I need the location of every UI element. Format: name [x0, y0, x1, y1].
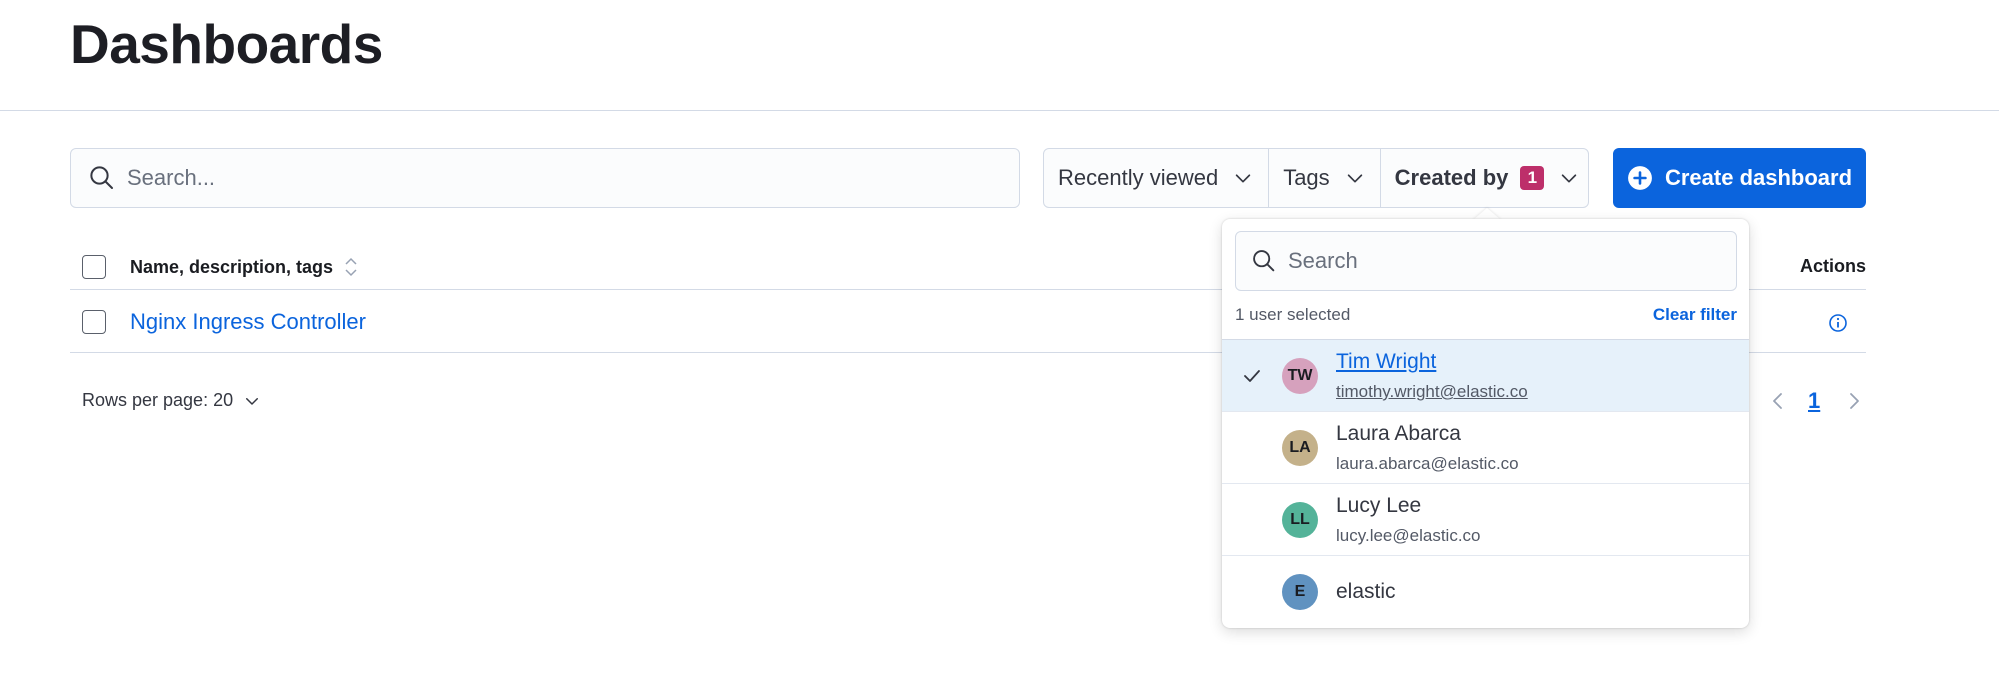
- dashboard-link[interactable]: Nginx Ingress Controller: [130, 309, 366, 335]
- user-option-lucy-lee[interactable]: LL Lucy Lee lucy.lee@elastic.co: [1222, 484, 1749, 556]
- header-divider: [0, 110, 1999, 111]
- info-icon[interactable]: [1828, 313, 1848, 333]
- user-option-laura-abarca[interactable]: LA Laura Abarca laura.abarca@elastic.co: [1222, 412, 1749, 484]
- selection-status: 1 user selected: [1235, 305, 1351, 324]
- row-checkbox[interactable]: [82, 310, 106, 334]
- search-icon: [1253, 250, 1275, 272]
- avatar: TW: [1282, 358, 1318, 394]
- popover-search-input[interactable]: [1288, 248, 1728, 274]
- avatar: LL: [1282, 502, 1318, 538]
- create-dashboard-label: Create dashboard: [1664, 165, 1853, 190]
- sort-icon[interactable]: [343, 256, 359, 278]
- page-title: Dashboards: [70, 13, 383, 75]
- avatar: LA: [1282, 430, 1318, 466]
- created-by-label: Created by: [1394, 165, 1509, 190]
- user-option-tim-wright[interactable]: TW Tim Wright timothy.wright@elastic.co: [1222, 340, 1749, 412]
- chevron-down-icon: [1562, 174, 1577, 183]
- tags-filter-button[interactable]: Tags: [1269, 149, 1381, 207]
- user-email: timothy.wright@elastic.co: [1336, 382, 1528, 401]
- user-email: laura.abarca@elastic.co: [1336, 454, 1519, 473]
- name-column-label: Name, description, tags: [130, 256, 334, 277]
- user-name: Tim Wright: [1336, 350, 1437, 373]
- user-option-elastic[interactable]: E elastic: [1222, 556, 1749, 628]
- clear-filter-button[interactable]: Clear filter: [1653, 305, 1737, 325]
- user-name: Lucy Lee: [1336, 494, 1422, 517]
- user-name: elastic: [1336, 580, 1396, 603]
- tags-label: Tags: [1283, 165, 1330, 190]
- rows-per-page-selector[interactable]: Rows per page: 20: [82, 390, 261, 411]
- recently-viewed-label: Recently viewed: [1058, 165, 1219, 190]
- filter-group: Recently viewed Tags Created by 1: [1043, 148, 1589, 208]
- create-dashboard-button[interactable]: Create dashboard: [1613, 148, 1866, 208]
- recently-viewed-filter-button[interactable]: Recently viewed: [1044, 149, 1270, 207]
- rows-per-page-label: Rows per page: 20: [82, 390, 234, 410]
- user-name: Laura Abarca: [1336, 422, 1461, 445]
- chevron-left-icon[interactable]: [1766, 389, 1788, 413]
- search-icon: [90, 166, 113, 189]
- filter-count-badge: 1: [1520, 166, 1545, 190]
- created-by-filter-button[interactable]: Created by 1: [1381, 149, 1595, 207]
- avatar: E: [1282, 574, 1318, 610]
- popover-search-bar[interactable]: [1235, 231, 1737, 291]
- chevron-down-icon: [1347, 174, 1362, 183]
- name-column-header[interactable]: Name, description, tags: [130, 256, 359, 278]
- chevron-right-icon[interactable]: [1844, 389, 1866, 413]
- search-input[interactable]: [127, 165, 1007, 191]
- chevron-down-icon: [246, 397, 259, 405]
- check-icon: [1244, 370, 1260, 382]
- created-by-popover: 1 user selected Clear filter TW Tim Wrig…: [1222, 219, 1749, 628]
- actions-column-header: Actions: [1799, 256, 1866, 276]
- chevron-down-icon: [1235, 174, 1251, 183]
- search-bar[interactable]: [70, 148, 1020, 208]
- page-number[interactable]: 1: [1808, 388, 1820, 414]
- pagination: 1: [1766, 388, 1866, 414]
- user-email: lucy.lee@elastic.co: [1336, 526, 1481, 545]
- plus-circle-icon: [1628, 166, 1652, 190]
- select-all-checkbox[interactable]: [82, 255, 106, 279]
